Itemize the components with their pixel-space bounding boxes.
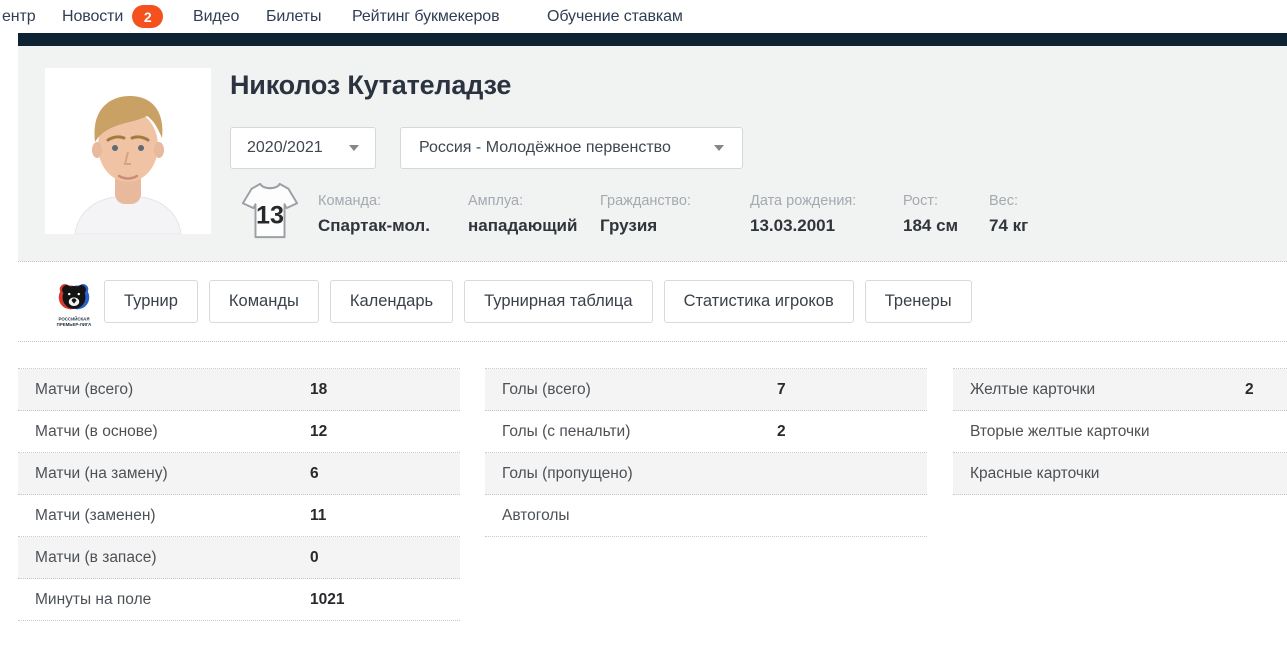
- table-row: Красные карточки: [953, 453, 1287, 495]
- table-row: Матчи (на замену) 6: [18, 453, 460, 495]
- table-row: Желтые карточки 2: [953, 369, 1287, 411]
- nav-item-tickets[interactable]: Билеты: [266, 0, 321, 33]
- stat-label: Минуты на поле: [35, 579, 151, 621]
- tab-calendar[interactable]: Календарь: [330, 280, 453, 323]
- info-citizenship-value: Грузия: [600, 216, 691, 236]
- player-profile-page: ентр Новости 2 Видео Билеты Рейтинг букм…: [0, 0, 1287, 653]
- info-height-label: Рост:: [903, 193, 958, 209]
- table-row: Вторые желтые карточки: [953, 411, 1287, 453]
- stat-value: 11: [310, 495, 326, 537]
- info-birthdate-value: 13.03.2001: [750, 216, 856, 236]
- tournament-select[interactable]: Россия - Молодёжное первенство: [400, 127, 743, 169]
- chevron-down-icon: [349, 145, 359, 151]
- stat-label: Желтые карточки: [970, 369, 1095, 411]
- info-height: Рост: 184 см: [903, 193, 958, 236]
- table-row: Автоголы: [485, 495, 927, 537]
- player-photo: [45, 68, 211, 234]
- page-title-player-name: Николоз Кутателадзе: [230, 70, 511, 101]
- stat-value: 6: [310, 453, 319, 495]
- chevron-down-icon: [714, 145, 724, 151]
- stat-value: 0: [310, 537, 319, 579]
- stat-value: 7: [777, 369, 786, 411]
- info-birthdate: Дата рождения: 13.03.2001: [750, 193, 856, 236]
- section-tabs: Турнир Команды Календарь Турнирная табли…: [104, 280, 972, 323]
- stat-label: Красные карточки: [970, 453, 1099, 495]
- info-weight-label: Вес:: [989, 193, 1028, 209]
- stat-label: Матчи (всего): [35, 369, 133, 411]
- matches-stats-table: Матчи (всего) 18 Матчи (в основе) 12 Мат…: [18, 368, 460, 621]
- info-citizenship-label: Гражданство:: [600, 193, 691, 209]
- table-row: Голы (пропущено): [485, 453, 927, 495]
- info-team-label: Команда:: [318, 193, 430, 209]
- info-position: Амплуа: нападающий: [468, 193, 577, 236]
- tab-teams[interactable]: Команды: [209, 280, 319, 323]
- rpl-logo-text-line1: РОССИЙСКАЯ: [58, 316, 89, 321]
- table-row: Матчи (в основе) 12: [18, 411, 460, 453]
- table-row: Матчи (в запасе) 0: [18, 537, 460, 579]
- stat-value: 1021: [310, 579, 344, 621]
- stat-value: 2: [1245, 369, 1254, 411]
- info-team: Команда: Спартак-мол.: [318, 193, 430, 236]
- nav-item-news-label: Новости: [62, 8, 123, 26]
- stat-label: Матчи (в запасе): [35, 537, 156, 579]
- stat-label: Матчи (на замену): [35, 453, 168, 495]
- info-height-value: 184 см: [903, 216, 958, 236]
- info-weight: Вес: 74 кг: [989, 193, 1028, 236]
- stat-label: Голы (всего): [502, 369, 591, 411]
- stat-label: Вторые желтые карточки: [970, 411, 1149, 453]
- nav-item-video[interactable]: Видео: [193, 0, 239, 33]
- stat-value: 2: [777, 411, 786, 453]
- cards-stats-table: Желтые карточки 2 Вторые желтые карточки…: [953, 368, 1287, 495]
- goals-stats-table: Голы (всего) 7 Голы (с пенальти) 2 Голы …: [485, 368, 927, 537]
- rpl-league-logo: РОССИЙСКАЯ ПРЕМЬЕР-ЛИГА: [53, 281, 95, 336]
- table-row: Голы (всего) 7: [485, 369, 927, 411]
- nav-item-match-center-partial[interactable]: ентр: [2, 0, 36, 33]
- table-row: Матчи (всего) 18: [18, 369, 460, 411]
- tab-player-stats[interactable]: Статистика игроков: [664, 280, 854, 323]
- info-citizenship: Гражданство: Грузия: [600, 193, 691, 236]
- season-select-value: 2020/2021: [247, 139, 323, 157]
- season-select[interactable]: 2020/2021: [230, 127, 376, 169]
- stat-label: Голы (с пенальти): [502, 411, 630, 453]
- info-birthdate-label: Дата рождения:: [750, 193, 856, 209]
- table-row: Матчи (заменен) 11: [18, 495, 460, 537]
- tab-coaches[interactable]: Тренеры: [865, 280, 972, 323]
- player-header: Николоз Кутателадзе 2020/2021 Россия - М…: [18, 46, 1287, 262]
- stat-value: 18: [310, 369, 327, 411]
- nav-item-betting-education[interactable]: Обучение ставкам: [547, 0, 683, 33]
- nav-item-news[interactable]: Новости 2: [62, 0, 163, 33]
- tabs-separator: [18, 341, 1287, 342]
- stat-label: Матчи (заменен): [35, 495, 156, 537]
- player-photo-illustration: [45, 68, 211, 234]
- stat-label: Автоголы: [502, 495, 570, 537]
- tab-standings[interactable]: Турнирная таблица: [464, 280, 652, 323]
- info-position-label: Амплуа:: [468, 193, 577, 209]
- jersey-number-icon: 13: [240, 180, 300, 247]
- dark-divider-bar: [18, 33, 1287, 46]
- info-position-value: нападающий: [468, 216, 577, 236]
- rpl-logo-text-line2: ПРЕМЬЕР-ЛИГА: [57, 322, 92, 327]
- nav-item-bookmaker-rating[interactable]: Рейтинг букмекеров: [352, 0, 499, 33]
- stat-value: 12: [310, 411, 327, 453]
- table-row: Минуты на поле 1021: [18, 579, 460, 621]
- info-weight-value: 74 кг: [989, 216, 1028, 236]
- tab-tournament[interactable]: Турнир: [104, 280, 198, 323]
- news-count-badge: 2: [132, 5, 163, 28]
- stat-label: Матчи (в основе): [35, 411, 158, 453]
- top-navigation: ентр Новости 2 Видео Билеты Рейтинг букм…: [0, 0, 1287, 33]
- jersey-number: 13: [256, 202, 284, 230]
- info-team-value: Спартак-мол.: [318, 216, 430, 236]
- table-row: Голы (с пенальти) 2: [485, 411, 927, 453]
- tournament-select-value: Россия - Молодёжное первенство: [419, 139, 671, 157]
- stat-label: Голы (пропущено): [502, 453, 633, 495]
